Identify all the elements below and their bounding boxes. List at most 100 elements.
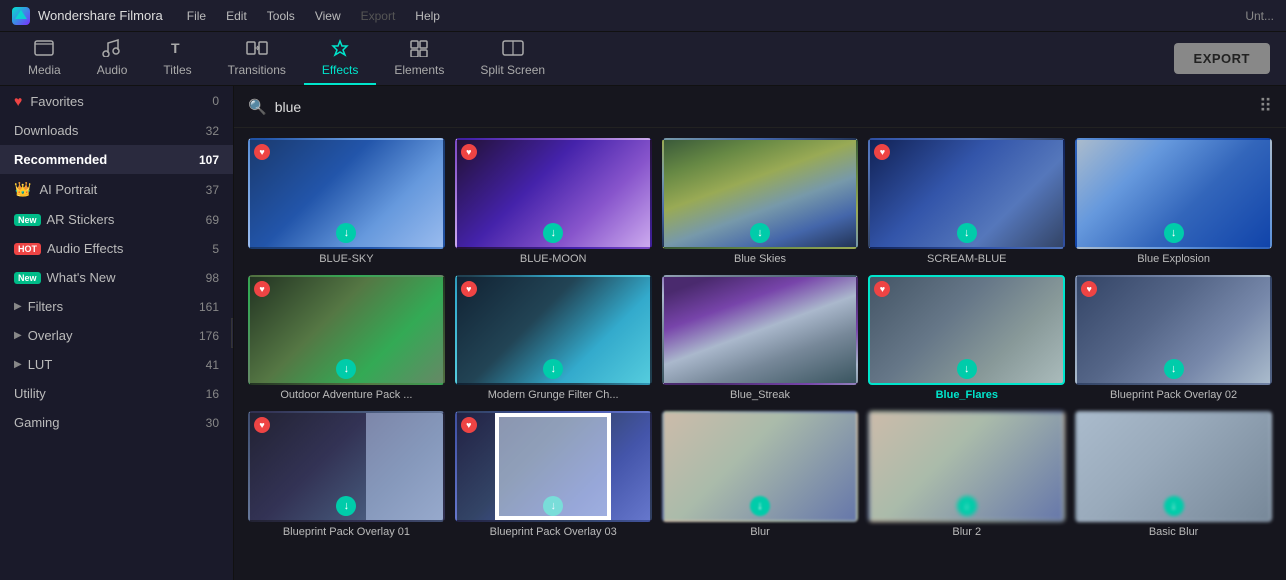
- toolbar-splitscreen[interactable]: Split Screen: [462, 33, 563, 85]
- effect-card-blueprint01[interactable]: ♥↓Blueprint Pack Overlay 01: [248, 411, 445, 538]
- effect-card-blue-explosion[interactable]: ↓Blue Explosion: [1075, 138, 1272, 265]
- menu-help[interactable]: Help: [407, 7, 448, 25]
- effect-card-blur2[interactable]: ↓Blur 2: [868, 411, 1065, 538]
- sidebar-audio-effects-count: 5: [212, 242, 219, 256]
- effect-card-outdoor[interactable]: ♥ ↓ Outdoor Adventure Pack ...: [248, 275, 445, 402]
- menu-file[interactable]: File: [179, 7, 214, 25]
- sidebar-ai-portrait-label: AI Portrait: [39, 182, 97, 197]
- sidebar-ar-stickers-label: AR Stickers: [47, 212, 115, 227]
- effect-label-blur2: Blur 2: [868, 526, 1065, 538]
- effect-card-blur[interactable]: ↓Blur: [662, 411, 859, 538]
- sidebar-whats-new-count: 98: [206, 271, 219, 285]
- download-badge-blue-moon: ↓: [543, 223, 563, 243]
- sidebar-gaming-label: Gaming: [14, 415, 60, 430]
- toolbar-transitions[interactable]: Transitions: [210, 33, 304, 85]
- sidebar-item-downloads[interactable]: Downloads 32: [0, 116, 233, 145]
- effect-card-modern-grunge[interactable]: ♥↓Modern Grunge Filter Ch...: [455, 275, 652, 402]
- menu-bar: File Edit Tools View Export Help: [179, 7, 448, 25]
- sidebar-whats-new-label: What's New: [47, 270, 116, 285]
- effect-label-blue-skies: Blue Skies: [662, 253, 859, 265]
- export-button[interactable]: EXPORT: [1174, 43, 1270, 74]
- search-input[interactable]: [275, 99, 1251, 115]
- effect-label-outdoor: Outdoor Adventure Pack ...: [248, 389, 445, 401]
- sidebar-lut-label: LUT: [28, 357, 53, 372]
- sidebar-item-whats-new[interactable]: New What's New 98: [0, 263, 233, 292]
- effect-thumb-blue-flares: ♥↓: [868, 275, 1065, 386]
- audio-icon: [102, 39, 122, 60]
- toolbar-media[interactable]: Media: [10, 33, 79, 85]
- sidebar-collapse-btn[interactable]: ◀: [231, 318, 234, 348]
- toolbar-titles[interactable]: T Titles: [145, 33, 209, 85]
- fav-badge-blueprint01: ♥: [254, 417, 270, 433]
- menu-tools[interactable]: Tools: [259, 7, 303, 25]
- menu-export[interactable]: Export: [353, 7, 404, 25]
- sidebar-overlay-label: Overlay: [28, 328, 73, 343]
- fav-badge-outdoor: ♥: [254, 281, 270, 297]
- effect-thumb-blue-moon: ♥↓: [455, 138, 652, 249]
- effect-label-blue-explosion: Blue Explosion: [1075, 253, 1272, 265]
- sidebar-recommended-label: Recommended: [14, 152, 107, 167]
- effect-label-modern-grunge: Modern Grunge Filter Ch...: [455, 389, 652, 401]
- sidebar-item-lut[interactable]: ▶ LUT 41: [0, 350, 233, 379]
- effect-card-blue-sky[interactable]: ♥↓BLUE-SKY: [248, 138, 445, 265]
- fav-badge-scream-blue: ♥: [874, 144, 890, 160]
- fav-badge-blueprint02: ♥: [1081, 281, 1097, 297]
- effect-card-basic-blur[interactable]: ↓Basic Blur: [1075, 411, 1272, 538]
- app-name: Wondershare Filmora: [38, 8, 163, 23]
- fav-badge-blue-sky: ♥: [254, 144, 270, 160]
- sidebar-ar-stickers-count: 69: [206, 213, 219, 227]
- effect-label-blue-streak: Blue_Streak: [662, 389, 859, 401]
- crown-icon: 👑: [14, 181, 31, 198]
- main-toolbar: Media Audio T Titles Transitions Effects: [0, 32, 1286, 86]
- sidebar-favorites-count: 0: [212, 94, 219, 108]
- effect-thumb-blueprint03: ♥↓: [455, 411, 652, 522]
- effect-card-blueprint02[interactable]: ♥↓Blueprint Pack Overlay 02: [1075, 275, 1272, 402]
- effect-thumb-basic-blur: ↓: [1075, 411, 1272, 522]
- effect-thumb-blue-streak: [662, 275, 859, 386]
- arrow-icon-overlay: ▶: [14, 330, 22, 341]
- effect-label-blur: Blur: [662, 526, 859, 538]
- sidebar-utility-count: 16: [206, 387, 219, 401]
- effect-label-blueprint03: Blueprint Pack Overlay 03: [455, 526, 652, 538]
- new-tag-ar: New: [14, 214, 41, 226]
- effect-card-scream-blue[interactable]: ♥↓SCREAM-BLUE: [868, 138, 1065, 265]
- toolbar-effects[interactable]: Effects: [304, 33, 376, 85]
- sidebar-item-gaming[interactable]: Gaming 30: [0, 408, 233, 437]
- splitscreen-icon: [502, 39, 524, 60]
- fav-badge-blue-flares: ♥: [874, 281, 890, 297]
- sidebar-item-ai-portrait[interactable]: 👑 AI Portrait 37: [0, 174, 233, 205]
- sidebar-item-overlay[interactable]: ▶ Overlay 176: [0, 321, 233, 350]
- download-badge-outdoor: ↓: [336, 359, 356, 379]
- sidebar-filters-count: 161: [199, 300, 219, 314]
- sidebar-item-utility[interactable]: Utility 16: [0, 379, 233, 408]
- titlebar: Wondershare Filmora File Edit Tools View…: [0, 0, 1286, 32]
- toolbar-audio[interactable]: Audio: [79, 33, 146, 85]
- sidebar-item-ar-stickers[interactable]: New AR Stickers 69: [0, 205, 233, 234]
- arrow-icon-lut: ▶: [14, 359, 22, 370]
- effect-label-blue-flares: Blue_Flares: [868, 389, 1065, 401]
- media-icon: [34, 39, 54, 60]
- main-area: ♥ Favorites 0 Downloads 32 Recommended 1…: [0, 86, 1286, 580]
- toolbar-elements[interactable]: Elements: [376, 33, 462, 85]
- fav-badge-modern-grunge: ♥: [461, 281, 477, 297]
- elements-icon: [409, 39, 429, 60]
- sidebar-item-favorites[interactable]: ♥ Favorites 0: [0, 86, 233, 116]
- sidebar: ♥ Favorites 0 Downloads 32 Recommended 1…: [0, 86, 234, 580]
- effect-card-blue-skies[interactable]: ↓Blue Skies: [662, 138, 859, 265]
- effect-card-blue-moon[interactable]: ♥↓BLUE-MOON: [455, 138, 652, 265]
- effect-thumb-blueprint02: ♥↓: [1075, 275, 1272, 386]
- titles-label: Titles: [163, 63, 191, 77]
- effect-card-blueprint03[interactable]: ♥↓ Blueprint Pack Overlay 03: [455, 411, 652, 538]
- effect-label-scream-blue: SCREAM-BLUE: [868, 253, 1065, 265]
- sidebar-item-recommended[interactable]: Recommended 107: [0, 145, 233, 174]
- effect-card-blue-streak[interactable]: Blue_Streak: [662, 275, 859, 402]
- grid-view-icon[interactable]: ⠿: [1259, 96, 1272, 117]
- sidebar-item-audio-effects[interactable]: HOT Audio Effects 5: [0, 234, 233, 263]
- menu-edit[interactable]: Edit: [218, 7, 255, 25]
- sidebar-item-filters[interactable]: ▶ Filters 161: [0, 292, 233, 321]
- menu-view[interactable]: View: [307, 7, 349, 25]
- fav-badge-blueprint03: ♥: [461, 417, 477, 433]
- fav-badge-blue-moon: ♥: [461, 144, 477, 160]
- download-badge-blue-flares: ↓: [957, 359, 977, 379]
- effect-card-blue-flares[interactable]: ♥↓Blue_Flares: [868, 275, 1065, 402]
